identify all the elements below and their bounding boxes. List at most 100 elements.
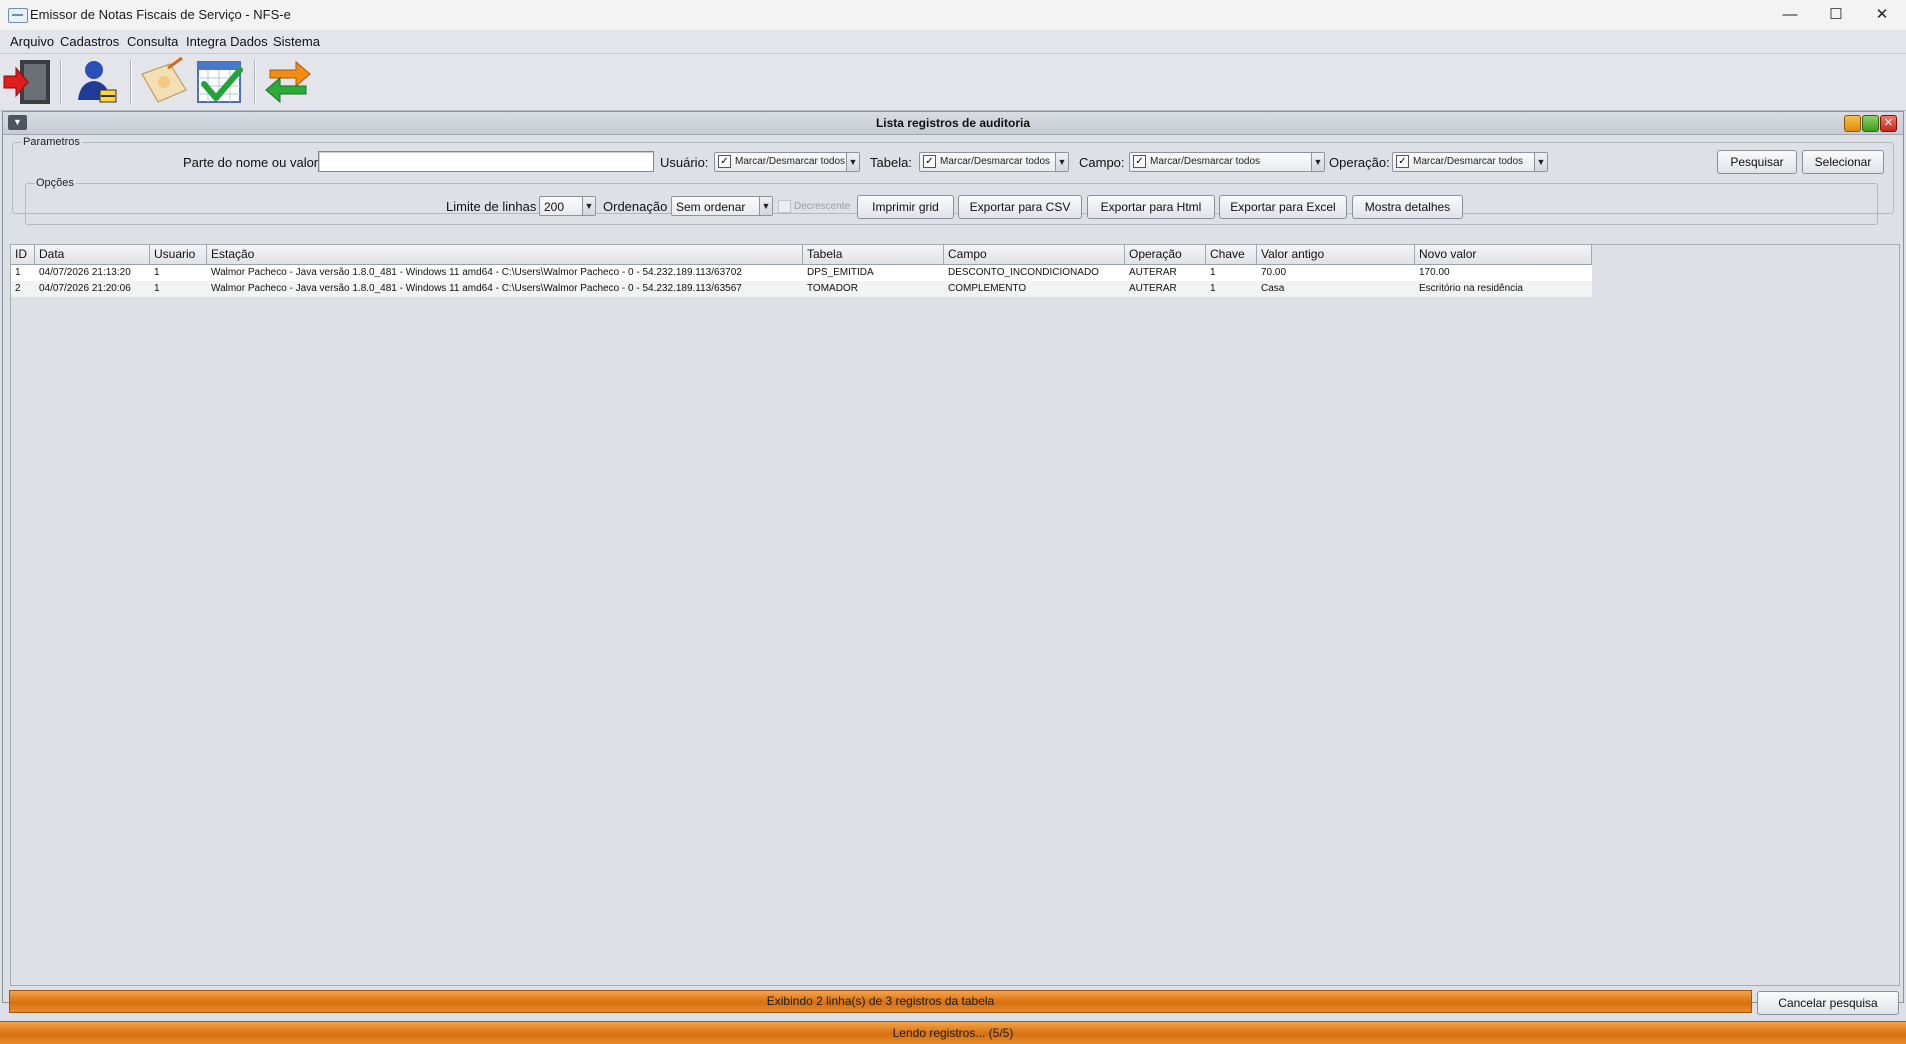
chevron-down-icon[interactable]: ▼ — [1311, 153, 1324, 171]
frame-title: Lista registros de auditoria — [875, 116, 1031, 130]
menu-bar: Arquivo Cadastros Consulta Integra Dados… — [0, 31, 1906, 54]
toolbar — [0, 54, 1906, 111]
order-value: Sem ordenar — [676, 200, 746, 214]
chevron-down-icon[interactable]: ▼ — [582, 197, 595, 215]
tabela-filter-combo[interactable]: ✓ Marcar/Desmarcar todos ▼ — [919, 152, 1069, 172]
parametros-group: Parametros Parte do nome ou valor: Usuár… — [12, 136, 1894, 225]
column-header[interactable]: Tabela — [803, 245, 944, 264]
menu-consulta[interactable]: Consulta — [127, 34, 178, 49]
close-button[interactable]: ✕ — [1859, 0, 1905, 30]
chevron-down-icon[interactable]: ▼ — [846, 153, 859, 171]
table-row[interactable]: 1 04/07/2026 21:13:20 1 Walmor Pacheco -… — [11, 265, 1592, 281]
operacao-filter-combo[interactable]: ✓ Marcar/Desmarcar todos ▼ — [1392, 152, 1548, 172]
cell-chave: 1 — [1210, 267, 1216, 278]
cell-data: 04/07/2026 21:20:06 — [39, 283, 131, 294]
notebook-edit-icon[interactable] — [138, 56, 190, 108]
user-icon[interactable] — [70, 56, 122, 108]
progress-text: Lendo registros... (5/5) — [892, 1026, 1014, 1040]
selecionar-button[interactable]: Selecionar — [1802, 150, 1884, 174]
table-row[interactable]: 2 04/07/2026 21:20:06 1 Walmor Pacheco -… — [11, 281, 1592, 297]
column-header[interactable]: Estação — [207, 245, 803, 264]
frame-minimize-icon[interactable] — [1844, 115, 1861, 132]
cell-valor-antigo: 70.00 — [1261, 267, 1287, 278]
frame-close-icon[interactable]: ✕ — [1880, 115, 1897, 132]
cell-operacao: AUTERAR — [1129, 283, 1177, 294]
column-header[interactable]: Chave — [1206, 245, 1257, 264]
progress-bar: Lendo registros... (5/5) — [0, 1021, 1906, 1044]
pesquisar-button[interactable]: Pesquisar — [1717, 150, 1797, 174]
window-title: Emissor de Notas Fiscais de Serviço - NF… — [30, 7, 291, 22]
toolbar-separator — [60, 60, 62, 104]
search-label: Parte do nome ou valor: — [183, 155, 322, 170]
menu-integra-dados[interactable]: Integra Dados — [186, 34, 268, 49]
calendar-check-icon[interactable] — [194, 56, 246, 108]
usuario-filter-combo[interactable]: ✓ Marcar/Desmarcar todos ▼ — [714, 152, 860, 172]
column-header[interactable]: Campo — [944, 245, 1125, 264]
sync-arrows-icon[interactable] — [262, 56, 314, 108]
limit-label: Limite de linhas — [446, 199, 537, 214]
cell-valor-antigo: Casa — [1261, 283, 1285, 294]
cell-id: 2 — [15, 283, 21, 294]
decrescente-checkbox[interactable] — [778, 200, 791, 213]
internal-frame-title-bar: ▼ Lista registros de auditoria ✕ — [3, 112, 1903, 135]
cell-estacao: Walmor Pacheco - Java versão 1.8.0_481 -… — [211, 267, 742, 278]
minimize-button[interactable]: — — [1767, 0, 1813, 30]
limit-value: 200 — [544, 200, 565, 214]
campo-checkbox[interactable]: ✓ — [1133, 155, 1146, 168]
cell-usuario: 1 — [154, 283, 160, 294]
order-label: Ordenação — [603, 199, 668, 214]
menu-cadastros[interactable]: Cadastros — [60, 34, 119, 49]
usuario-mark-all: Marcar/Desmarcar todos — [735, 156, 846, 167]
frame-maximize-icon[interactable] — [1862, 115, 1879, 132]
cell-chave: 1 — [1210, 283, 1216, 294]
cancelar-pesquisa-button[interactable]: Cancelar pesquisa — [1757, 991, 1899, 1015]
operacao-label: Operação: — [1329, 155, 1390, 170]
column-header[interactable]: Valor antigo — [1257, 245, 1415, 264]
imprimir-grid-button[interactable]: Imprimir grid — [857, 195, 954, 219]
cell-estacao: Walmor Pacheco - Java versão 1.8.0_481 -… — [211, 283, 742, 294]
audit-table: ID Data Usuario Estação Tabela Campo Ope… — [10, 244, 1900, 986]
chevron-down-icon[interactable]: ▼ — [1055, 153, 1068, 171]
parametros-legend: Parametros — [21, 136, 82, 148]
column-header[interactable]: Novo valor — [1415, 245, 1592, 264]
menu-sistema[interactable]: Sistema — [273, 34, 320, 49]
tabela-checkbox[interactable]: ✓ — [923, 155, 936, 168]
exportar-csv-button[interactable]: Exportar para CSV — [958, 195, 1082, 219]
exportar-excel-button[interactable]: Exportar para Excel — [1219, 195, 1347, 219]
chevron-down-icon[interactable]: ▼ — [1534, 153, 1547, 171]
cell-novo-valor: 170.00 — [1419, 267, 1450, 278]
exportar-html-button[interactable]: Exportar para Html — [1087, 195, 1215, 219]
campo-label: Campo: — [1079, 155, 1125, 170]
mostra-detalhes-button[interactable]: Mostra detalhes — [1352, 195, 1463, 219]
menu-arquivo[interactable]: Arquivo — [10, 34, 54, 49]
tabela-label: Tabela: — [870, 155, 912, 170]
opcoes-legend: Opções — [34, 177, 76, 189]
column-header[interactable]: Data — [35, 245, 150, 264]
cell-usuario: 1 — [154, 267, 160, 278]
order-select[interactable]: Sem ordenar ▼ — [671, 196, 773, 216]
campo-filter-combo[interactable]: ✓ Marcar/Desmarcar todos ▼ — [1129, 152, 1325, 172]
campo-mark-all: Marcar/Desmarcar todos — [1150, 156, 1261, 167]
toolbar-separator — [130, 60, 132, 104]
search-input[interactable] — [318, 151, 654, 172]
exit-door-icon[interactable] — [2, 56, 54, 108]
decrescente-label: Decrescente — [794, 201, 851, 212]
chevron-down-icon[interactable]: ▼ — [759, 197, 772, 215]
operacao-checkbox[interactable]: ✓ — [1396, 155, 1409, 168]
column-header[interactable]: Operação — [1125, 245, 1206, 264]
toolbar-separator — [254, 60, 256, 104]
cell-tabela: DPS_EMITIDA — [807, 267, 874, 278]
cell-id: 1 — [15, 267, 21, 278]
column-header[interactable]: ID — [11, 245, 35, 264]
column-header[interactable]: Usuario — [150, 245, 207, 264]
maximize-button[interactable]: ☐ — [1813, 0, 1859, 30]
opcoes-group: Opções Limite de linhas 200 ▼ Ordenação … — [25, 177, 1878, 225]
window-title-bar: Emissor de Notas Fiscais de Serviço - NF… — [0, 0, 1906, 31]
cell-campo: COMPLEMENTO — [948, 283, 1027, 294]
operacao-mark-all: Marcar/Desmarcar todos — [1413, 156, 1524, 167]
usuario-label: Usuário: — [660, 155, 709, 170]
usuario-checkbox[interactable]: ✓ — [718, 155, 731, 168]
limit-select[interactable]: 200 ▼ — [539, 196, 596, 216]
cell-data: 04/07/2026 21:13:20 — [39, 267, 131, 278]
table-header: ID Data Usuario Estação Tabela Campo Ope… — [11, 245, 1592, 265]
